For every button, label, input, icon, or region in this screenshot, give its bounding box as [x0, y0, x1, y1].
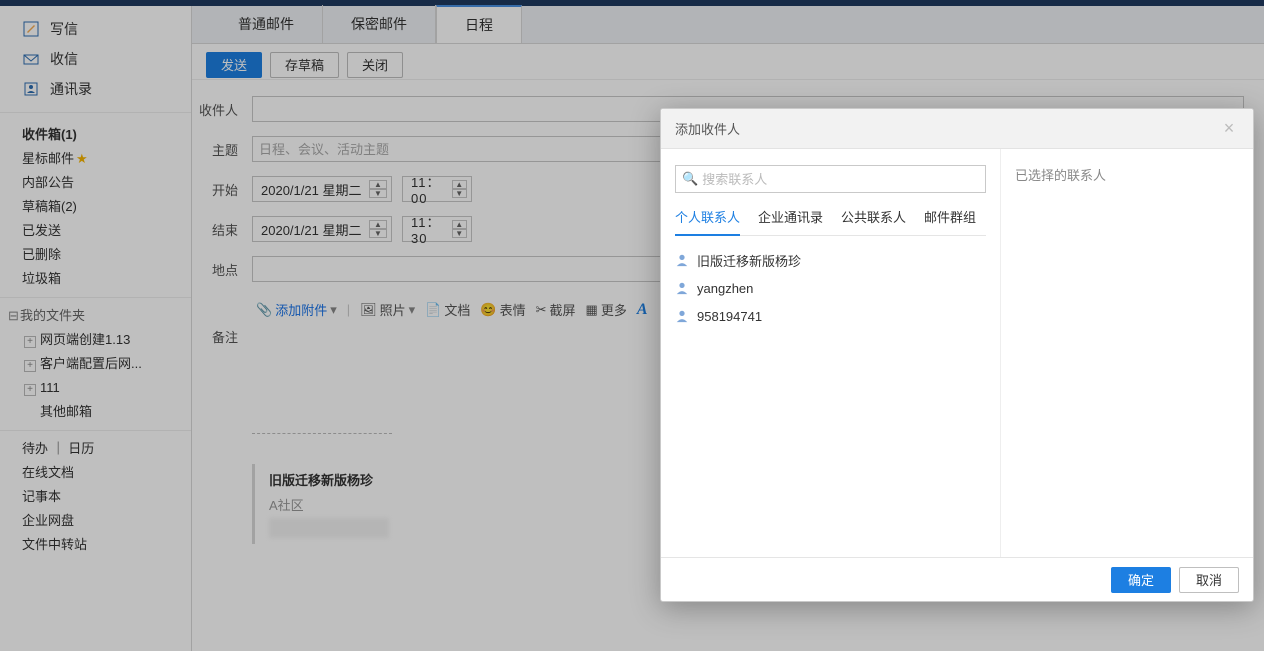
dialog-tab-corp[interactable]: 企业通讯录 — [758, 207, 823, 235]
dialog-ok-button[interactable]: 确定 — [1111, 567, 1171, 593]
contact-item[interactable]: yangzhen — [675, 274, 986, 302]
dialog-tab-groups[interactable]: 邮件群组 — [924, 207, 976, 235]
dialog-close-button[interactable]: × — [1219, 119, 1239, 139]
add-recipient-dialog: 添加收件人 × 🔍 个人联系人 企业通讯录 公共联系人 邮件群组 旧版迁移新版杨… — [660, 108, 1254, 602]
contact-search-input[interactable] — [702, 172, 979, 187]
person-icon — [675, 253, 689, 267]
selected-header: 已选择的联系人 — [1015, 165, 1239, 184]
dialog-tab-personal[interactable]: 个人联系人 — [675, 207, 740, 236]
dialog-cancel-button[interactable]: 取消 — [1179, 567, 1239, 593]
contact-item[interactable]: 958194741 — [675, 302, 986, 330]
person-icon — [675, 309, 689, 323]
search-icon: 🔍 — [682, 171, 698, 187]
contact-item[interactable]: 旧版迁移新版杨珍 — [675, 246, 986, 274]
dialog-tab-public[interactable]: 公共联系人 — [841, 207, 906, 235]
person-icon — [675, 281, 689, 295]
dialog-title: 添加收件人 — [675, 119, 740, 138]
contact-search-box[interactable]: 🔍 — [675, 165, 986, 193]
